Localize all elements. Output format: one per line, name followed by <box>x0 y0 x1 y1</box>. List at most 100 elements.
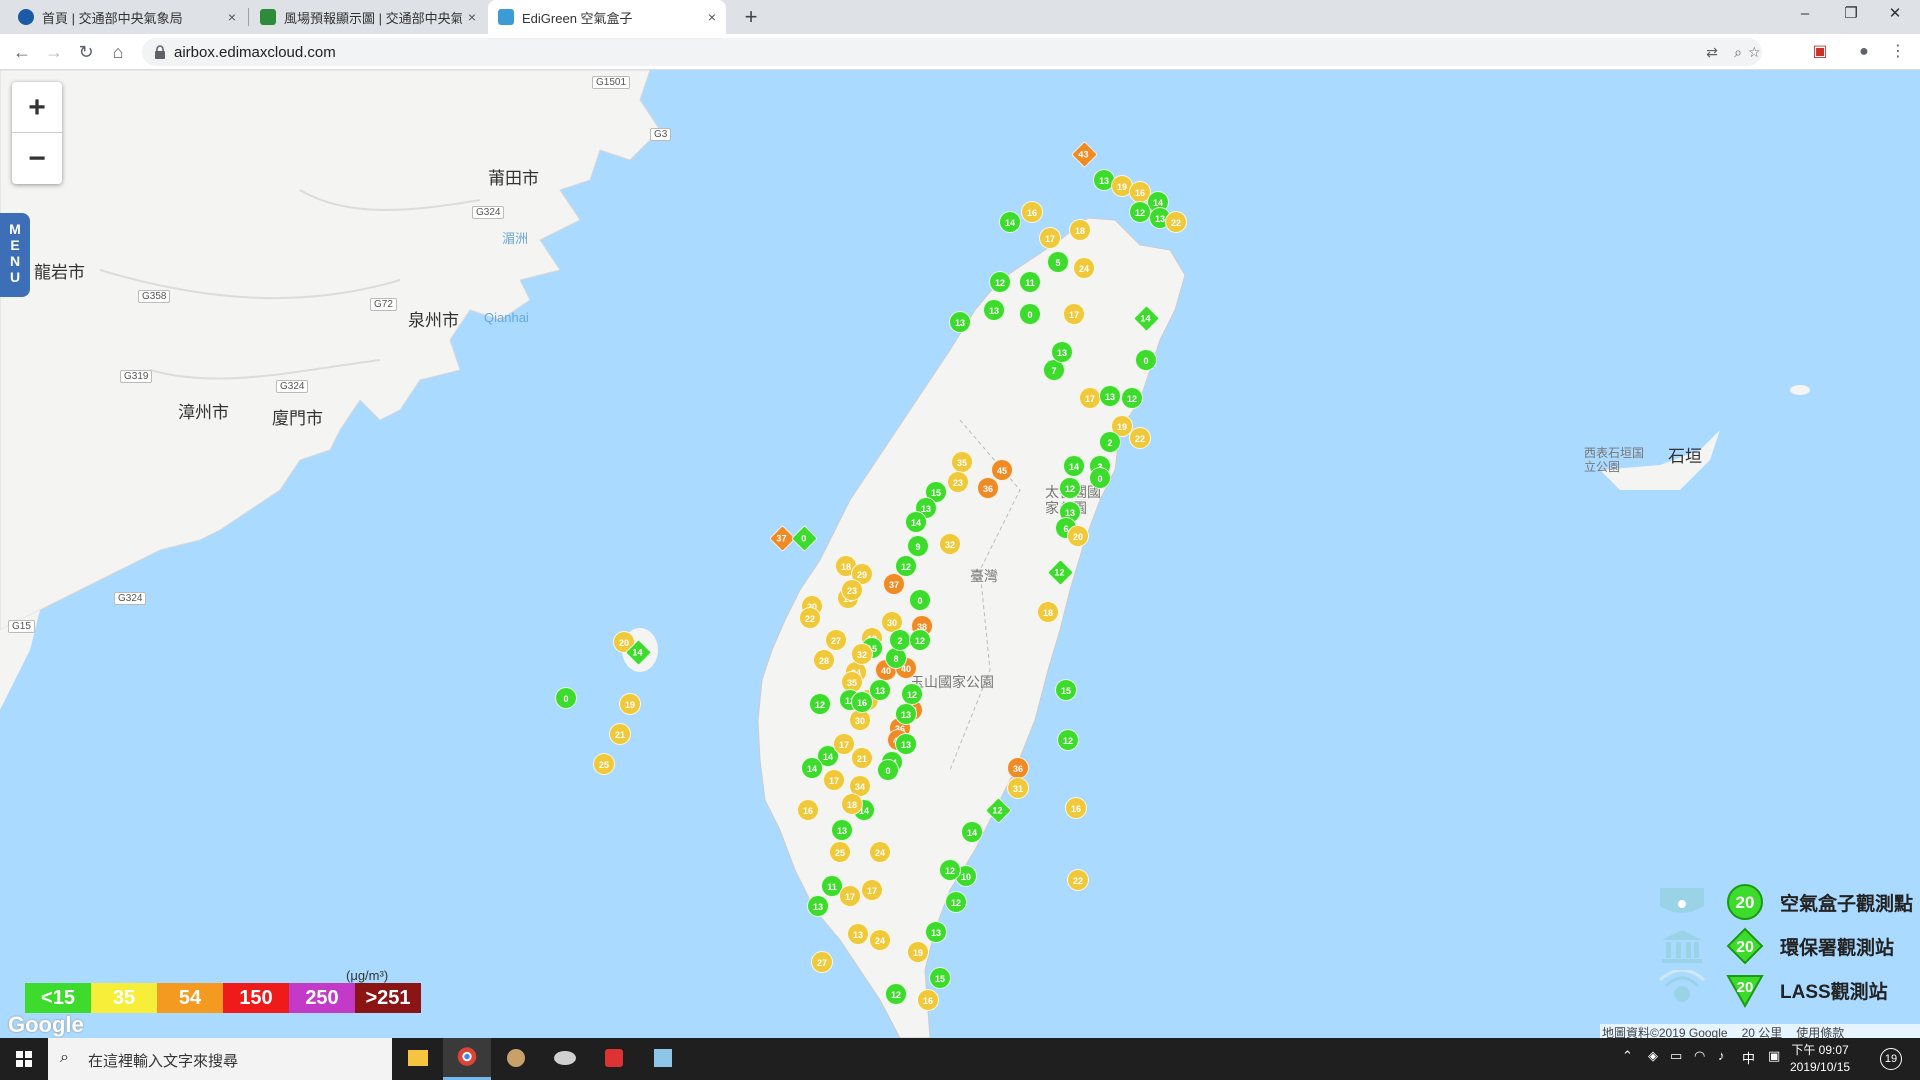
tab-cwb-home[interactable]: 首頁 | 交通部中央氣象局 × <box>8 0 246 34</box>
station-marker[interactable]: 0 <box>909 589 931 611</box>
clock[interactable]: 下午 09:07 2019/10/15 <box>1790 1042 1850 1076</box>
station-marker[interactable]: 17 <box>833 733 855 755</box>
station-marker[interactable]: 13 <box>807 895 829 917</box>
station-marker[interactable]: 14 <box>1063 455 1085 477</box>
bookmark-star-icon[interactable]: ☆ <box>1748 42 1761 62</box>
security-icon[interactable]: ◈ <box>1648 1048 1658 1064</box>
station-marker[interactable]: 12 <box>985 797 1012 824</box>
tab-close-icon[interactable]: × <box>468 9 476 25</box>
station-marker[interactable]: 12 <box>909 629 931 651</box>
zoom-in-button[interactable]: + <box>12 82 62 133</box>
station-marker[interactable]: 12 <box>885 983 907 1005</box>
ime-indicator[interactable]: 中 <box>1742 1048 1755 1067</box>
station-marker[interactable]: 18 <box>1069 219 1091 241</box>
zoom-out-button[interactable]: − <box>12 133 62 184</box>
station-marker[interactable]: 20 <box>1067 525 1089 547</box>
app-icon[interactable] <box>492 1038 540 1080</box>
station-marker[interactable]: 14 <box>999 211 1021 233</box>
station-marker[interactable]: 24 <box>869 841 891 863</box>
station-marker[interactable]: 0 <box>791 525 818 552</box>
station-marker[interactable]: 2 <box>1099 431 1121 453</box>
station-marker[interactable]: 12 <box>939 859 961 881</box>
station-marker[interactable]: 0 <box>877 759 899 781</box>
zoom-icon[interactable]: ⌕ <box>1728 42 1748 62</box>
station-marker[interactable]: 25 <box>829 841 851 863</box>
volume-icon[interactable]: ♪ <box>1718 1048 1725 1063</box>
station-marker[interactable]: 13 <box>895 733 917 755</box>
station-marker[interactable]: 16 <box>1021 201 1043 223</box>
extension-icon[interactable]: ▣ <box>1808 40 1832 64</box>
tab-airbox[interactable]: EdiGreen 空氣盒子 × <box>488 0 726 34</box>
chrome-icon[interactable] <box>443 1038 491 1080</box>
station-marker[interactable]: 17 <box>1063 303 1085 325</box>
station-marker[interactable]: 22 <box>799 607 821 629</box>
maximize-button[interactable]: ❐ <box>1828 0 1874 30</box>
station-marker[interactable]: 2 <box>889 629 911 651</box>
station-marker[interactable]: 14 <box>905 511 927 533</box>
station-marker[interactable]: 12 <box>1047 559 1074 586</box>
station-marker[interactable]: 24 <box>1073 257 1095 279</box>
close-window-button[interactable]: ✕ <box>1872 0 1918 30</box>
station-marker[interactable]: 14 <box>1133 305 1160 332</box>
reload-icon[interactable]: ↻ <box>72 38 100 66</box>
station-marker[interactable]: 11 <box>1019 271 1041 293</box>
station-marker[interactable]: 31 <box>1007 777 1029 799</box>
station-marker[interactable]: 12 <box>1121 387 1143 409</box>
station-marker[interactable]: 9 <box>907 535 929 557</box>
tab-wind-forecast[interactable]: 風場預報顯示圖 | 交通部中央氣象局 × <box>250 0 486 34</box>
taskbar-search[interactable]: ⌕ 在這裡輸入文字來搜尋 <box>48 1038 392 1080</box>
station-marker[interactable]: 18 <box>841 793 863 815</box>
station-marker[interactable]: 12 <box>1129 201 1151 223</box>
station-marker[interactable]: 35 <box>951 451 973 473</box>
station-marker[interactable]: 13 <box>949 311 971 333</box>
station-marker[interactable]: 32 <box>851 643 873 665</box>
station-marker[interactable]: 0 <box>1135 349 1157 371</box>
minimize-button[interactable]: – <box>1782 0 1828 30</box>
profile-icon[interactable]: ● <box>1852 40 1876 64</box>
station-marker[interactable]: 12 <box>809 693 831 715</box>
address-bar[interactable]: airbox.edimaxcloud.com ⇄ ⌕ ☆ <box>142 38 1762 66</box>
home-icon[interactable]: ⌂ <box>104 38 132 66</box>
station-marker[interactable]: 13 <box>1051 341 1073 363</box>
station-marker[interactable]: 13 <box>983 299 1005 321</box>
station-marker[interactable]: 14 <box>961 821 983 843</box>
station-marker[interactable]: 22 <box>1165 211 1187 233</box>
app-icon[interactable] <box>541 1038 589 1080</box>
tab-close-icon[interactable]: × <box>708 9 716 25</box>
station-marker[interactable]: 16 <box>851 691 873 713</box>
station-marker[interactable]: 24 <box>869 929 891 951</box>
station-marker[interactable]: 22 <box>1067 869 1089 891</box>
station-marker[interactable]: 12 <box>945 891 967 913</box>
station-marker[interactable]: 15 <box>929 967 951 989</box>
station-marker[interactable]: 12 <box>1057 729 1079 751</box>
station-marker[interactable]: 21 <box>851 747 873 769</box>
station-marker[interactable]: 13 <box>847 923 869 945</box>
new-tab-button[interactable]: + <box>738 4 764 30</box>
station-marker[interactable]: 17 <box>823 769 845 791</box>
station-marker[interactable]: 15 <box>1055 679 1077 701</box>
station-marker[interactable]: 23 <box>841 579 863 601</box>
terms-link[interactable]: 使用條款 <box>1796 1024 1844 1038</box>
station-marker[interactable]: 27 <box>811 951 833 973</box>
station-marker[interactable]: 12 <box>901 683 923 705</box>
station-marker[interactable]: 18 <box>1037 601 1059 623</box>
station-marker[interactable]: 12 <box>1059 477 1081 499</box>
station-marker[interactable]: 16 <box>797 799 819 821</box>
station-marker[interactable]: 0 <box>1019 303 1041 325</box>
station-marker[interactable]: 0 <box>555 687 577 709</box>
station-marker[interactable]: 16 <box>917 989 939 1011</box>
file-explorer-icon[interactable] <box>394 1038 442 1080</box>
station-marker[interactable]: 32 <box>939 533 961 555</box>
station-marker[interactable]: 19 <box>907 941 929 963</box>
input-mode-icon[interactable]: ▣ <box>1768 1048 1780 1064</box>
map-scale[interactable]: 20 公里 <box>1742 1024 1783 1038</box>
station-marker[interactable]: 27 <box>825 629 847 651</box>
station-marker[interactable]: 36 <box>977 477 999 499</box>
station-marker[interactable]: 19 <box>619 693 641 715</box>
station-marker[interactable]: 17 <box>1039 227 1061 249</box>
station-marker[interactable]: 37 <box>883 573 905 595</box>
app-icon[interactable] <box>590 1038 638 1080</box>
windows-start-icon[interactable] <box>0 1038 48 1080</box>
station-marker[interactable]: 17 <box>861 879 883 901</box>
kebab-menu-icon[interactable]: ⋮ <box>1886 40 1910 64</box>
